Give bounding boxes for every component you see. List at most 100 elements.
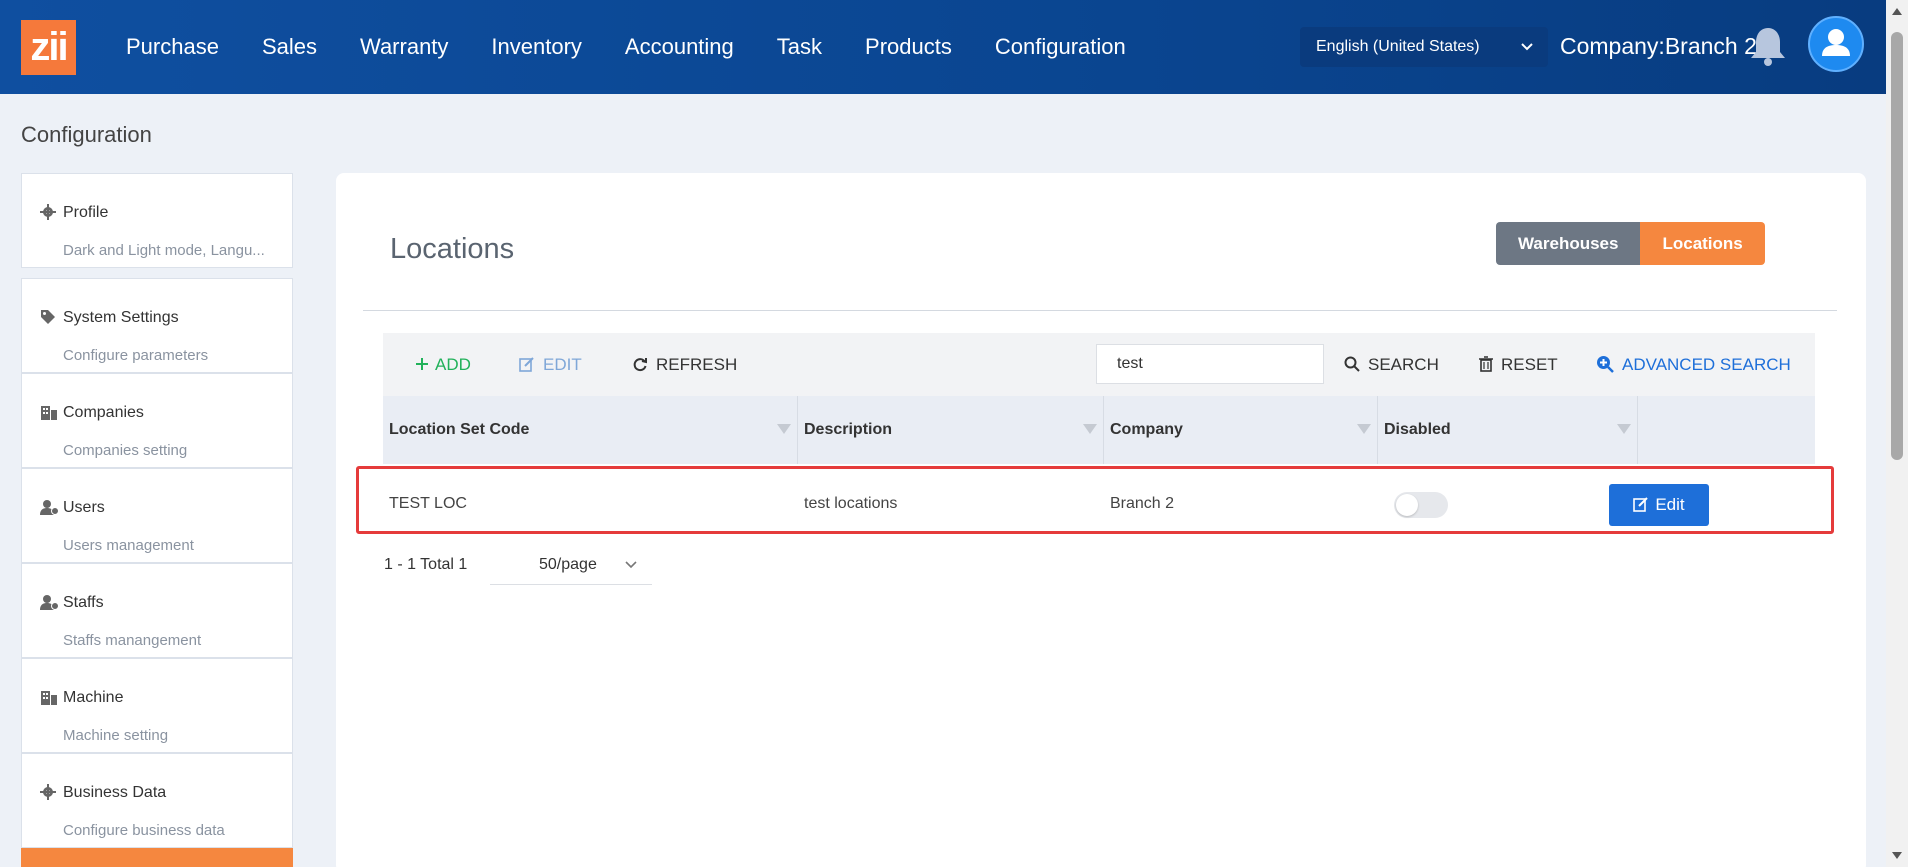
scroll-thumb[interactable] — [1891, 32, 1903, 460]
sidebar-item-subtitle: Users management — [63, 537, 194, 554]
gear-icon — [40, 784, 58, 800]
column-label: Disabled — [1384, 421, 1451, 438]
nav-products[interactable]: Products — [865, 34, 952, 60]
sidebar-item-machine[interactable]: Machine Machine setting — [21, 658, 293, 753]
top-navigation-bar: zii Purchase Sales Warranty Inventory Ac… — [0, 0, 1886, 94]
panel-title: Locations — [390, 233, 515, 265]
cell-location-code: TEST LOC — [389, 495, 467, 512]
column-label: Location Set Code — [389, 421, 530, 438]
sidebar-item-subtitle: Staffs manangement — [63, 632, 202, 649]
sidebar-item-users[interactable]: Users Users management — [21, 468, 293, 563]
nav-sales[interactable]: Sales — [262, 34, 317, 60]
advanced-search-button[interactable]: ADVANCED SEARCH — [1596, 333, 1791, 396]
reset-label: RESET — [1501, 355, 1558, 374]
add-label: ADD — [435, 355, 471, 374]
nav-purchase[interactable]: Purchase — [126, 34, 219, 60]
bell-icon[interactable] — [1748, 24, 1788, 68]
search-button[interactable]: SEARCH — [1344, 333, 1439, 396]
search-input[interactable] — [1096, 344, 1324, 384]
toggle-knob — [1396, 494, 1418, 516]
add-button[interactable]: ADD — [415, 333, 471, 396]
language-select-value: English (United States) — [1316, 38, 1480, 55]
sidebar-item-subtitle: Machine setting — [63, 727, 169, 744]
refresh-label: REFRESH — [656, 355, 738, 374]
config-sidebar: Profile Dark and Light mode, Langu... Sy… — [21, 173, 293, 867]
sidebar-item-title: Companies — [63, 404, 144, 421]
cell-description: test locations — [804, 495, 898, 512]
sidebar-item-companies[interactable]: Companies Companies setting — [21, 373, 293, 468]
sidebar-item-staffs[interactable]: Staffs Staffs manangement — [21, 563, 293, 658]
warehouses-tab[interactable]: Warehouses — [1496, 222, 1641, 265]
gear-icon — [40, 204, 58, 220]
table-row[interactable]: TEST LOC test locations Branch 2 Edit — [383, 464, 1815, 544]
chevron-down-icon — [1520, 27, 1534, 83]
user-gear-icon — [40, 499, 59, 515]
sidebar-item-profile[interactable]: Profile Dark and Light mode, Langu... — [21, 173, 293, 268]
nav-accounting[interactable]: Accounting — [625, 34, 734, 60]
grid-toolbar: ADD EDIT REFRESH SEARCH RESET ADVANCED S… — [383, 333, 1815, 396]
sidebar-item-subtitle: Dark and Light mode, Langu... — [63, 242, 265, 259]
language-select[interactable]: English (United States) — [1300, 27, 1548, 67]
pagination-summary: 1 - 1 Total 1 — [384, 556, 468, 573]
filter-icon[interactable] — [1617, 424, 1631, 434]
disabled-toggle[interactable] — [1394, 492, 1448, 518]
sidebar-item-title: Profile — [63, 204, 109, 221]
building-icon — [40, 689, 58, 705]
view-toggle: Warehouses Locations — [1496, 222, 1765, 265]
row-edit-button[interactable]: Edit — [1609, 484, 1709, 526]
page-title: Configuration — [21, 122, 152, 147]
tags-icon — [40, 309, 58, 325]
column-label: Company — [1110, 421, 1183, 438]
sidebar-item-subtitle: Companies setting — [63, 442, 188, 459]
locations-tab[interactable]: Locations — [1640, 222, 1765, 265]
user-avatar-icon[interactable] — [1808, 16, 1864, 72]
search-label: SEARCH — [1368, 355, 1439, 374]
page-size-value: 50/page — [539, 556, 597, 573]
advanced-search-label: ADVANCED SEARCH — [1622, 355, 1791, 374]
refresh-button[interactable]: REFRESH — [632, 333, 737, 396]
nav-inventory[interactable]: Inventory — [491, 34, 582, 60]
column-label: Description — [804, 421, 893, 438]
filter-icon[interactable] — [1357, 424, 1371, 434]
column-company[interactable]: Company — [1104, 396, 1378, 464]
filter-icon[interactable] — [777, 424, 791, 434]
sidebar-item-subtitle: Configure parameters — [63, 347, 209, 364]
search-plus-icon — [1597, 356, 1614, 373]
scroll-down-arrow-icon[interactable] — [1892, 852, 1902, 859]
sidebar-item-active[interactable] — [21, 848, 293, 867]
column-location-set-code[interactable]: Location Set Code — [383, 396, 798, 464]
edit-label: EDIT — [543, 355, 582, 374]
sidebar-item-system-settings[interactable]: System Settings Configure parameters — [21, 278, 293, 373]
edit-icon — [519, 357, 534, 372]
plus-icon — [416, 358, 428, 370]
cell-company: Branch 2 — [1110, 495, 1175, 512]
page-size-select[interactable]: 50/page — [490, 545, 652, 585]
chevron-down-icon — [624, 545, 638, 601]
filter-icon[interactable] — [1083, 424, 1097, 434]
column-disabled[interactable]: Disabled — [1378, 396, 1638, 464]
scroll-up-arrow-icon[interactable] — [1892, 8, 1902, 15]
page-scrollbar[interactable] — [1886, 0, 1908, 867]
column-description[interactable]: Description — [798, 396, 1104, 464]
sidebar-item-title: Machine — [63, 689, 124, 706]
main-nav: Purchase Sales Warranty Inventory Accoun… — [126, 0, 1169, 94]
nav-configuration[interactable]: Configuration — [995, 34, 1126, 60]
sidebar-item-subtitle: Configure business data — [63, 822, 225, 839]
sidebar-item-title: Business Data — [63, 784, 167, 801]
nav-task[interactable]: Task — [777, 34, 822, 60]
refresh-icon — [633, 358, 647, 372]
building-icon — [40, 404, 58, 420]
user-gear-icon — [40, 594, 59, 610]
nav-warranty[interactable]: Warranty — [360, 34, 448, 60]
zii-logo[interactable]: zii — [21, 20, 76, 75]
edit-icon — [1633, 497, 1649, 512]
sidebar-item-title: System Settings — [63, 309, 179, 326]
trash-icon — [1479, 356, 1493, 372]
company-label: Company:Branch 2 — [1560, 33, 1757, 59]
table-header: Location Set Code Description Company Di… — [383, 396, 1815, 464]
sidebar-item-title: Staffs — [63, 594, 104, 611]
divider — [363, 310, 1837, 311]
reset-button[interactable]: RESET — [1479, 333, 1558, 396]
sidebar-item-business-data[interactable]: Business Data Configure business data — [21, 753, 293, 848]
edit-button[interactable]: EDIT — [519, 333, 582, 396]
